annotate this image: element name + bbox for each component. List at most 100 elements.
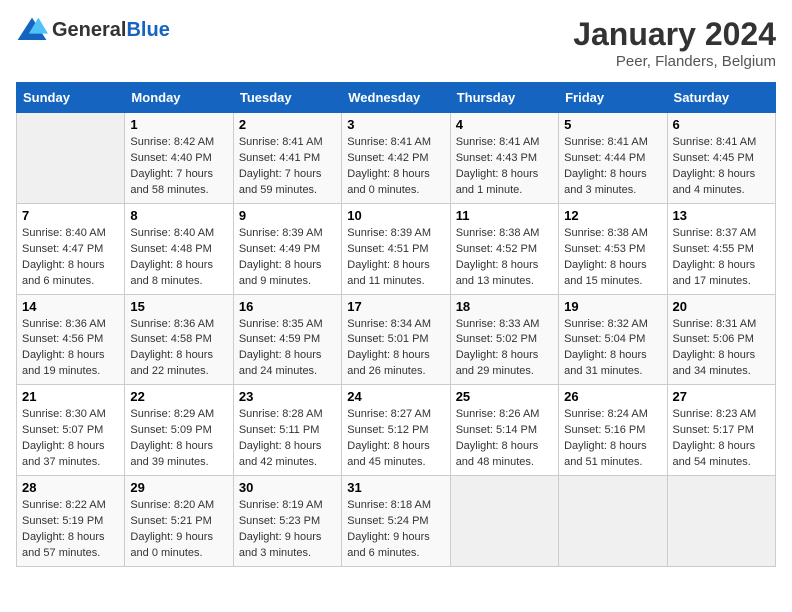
day-info-line: Sunset: 5:23 PM (239, 515, 320, 527)
day-info: Sunrise: 8:41 AMSunset: 4:44 PMDaylight:… (564, 135, 661, 199)
day-info: Sunrise: 8:36 AMSunset: 4:56 PMDaylight:… (22, 317, 119, 381)
week-row-1: 1Sunrise: 8:42 AMSunset: 4:40 PMDaylight… (17, 113, 776, 204)
day-info-line: Sunset: 5:19 PM (22, 515, 103, 527)
day-info-line: and 6 minutes. (22, 275, 94, 287)
day-number: 17 (347, 299, 444, 314)
day-number: 14 (22, 299, 119, 314)
day-info-line: Daylight: 8 hours (456, 168, 539, 180)
calendar-cell (450, 476, 558, 567)
day-info-line: Sunrise: 8:31 AM (673, 318, 757, 330)
day-info-line: Sunrise: 8:42 AM (130, 136, 214, 148)
day-info: Sunrise: 8:38 AMSunset: 4:53 PMDaylight:… (564, 226, 661, 290)
day-number: 5 (564, 117, 661, 132)
day-info-line: and 34 minutes. (673, 365, 751, 377)
day-number: 23 (239, 389, 336, 404)
day-info-line: Sunset: 5:01 PM (347, 333, 428, 345)
day-info-line: Daylight: 8 hours (347, 168, 430, 180)
day-info-line: Sunset: 5:21 PM (130, 515, 211, 527)
day-info-line: Sunset: 4:55 PM (673, 243, 754, 255)
day-number: 15 (130, 299, 227, 314)
calendar-cell (17, 113, 125, 204)
day-number: 13 (673, 208, 770, 223)
day-info-line: Daylight: 9 hours (239, 531, 322, 543)
day-info-line: Sunset: 5:14 PM (456, 424, 537, 436)
day-info-line: and 29 minutes. (456, 365, 534, 377)
day-info-line: and 31 minutes. (564, 365, 642, 377)
day-info-line: and 51 minutes. (564, 456, 642, 468)
day-info-line: Sunrise: 8:41 AM (564, 136, 648, 148)
day-info-line: Daylight: 8 hours (347, 440, 430, 452)
day-info-line: Sunset: 4:49 PM (239, 243, 320, 255)
day-number: 11 (456, 208, 553, 223)
calendar-cell (667, 476, 775, 567)
day-number: 26 (564, 389, 661, 404)
day-info-line: Sunset: 4:53 PM (564, 243, 645, 255)
day-info-line: and 8 minutes. (130, 275, 202, 287)
day-info: Sunrise: 8:23 AMSunset: 5:17 PMDaylight:… (673, 407, 770, 471)
day-info-line: Sunrise: 8:39 AM (347, 227, 431, 239)
day-number: 24 (347, 389, 444, 404)
week-row-4: 21Sunrise: 8:30 AMSunset: 5:07 PMDayligh… (17, 385, 776, 476)
column-header-tuesday: Tuesday (233, 83, 341, 113)
calendar-cell: 11 Sunrise: 8:38 AMSunset: 4:52 PMDayligh… (450, 203, 558, 294)
column-header-sunday: Sunday (17, 83, 125, 113)
day-info: Sunrise: 8:20 AMSunset: 5:21 PMDaylight:… (130, 498, 227, 562)
day-info: Sunrise: 8:36 AMSunset: 4:58 PMDaylight:… (130, 317, 227, 381)
calendar-cell: 31Sunrise: 8:18 AMSunset: 5:24 PMDayligh… (342, 476, 450, 567)
day-info: Sunrise: 8:41 AMSunset: 4:43 PMDaylight:… (456, 135, 553, 199)
day-number: 20 (673, 299, 770, 314)
day-info-line: Daylight: 8 hours (673, 259, 756, 271)
day-info: Sunrise: 8:40 AMSunset: 4:48 PMDaylight:… (130, 226, 227, 290)
day-info-line: Sunset: 5:07 PM (22, 424, 103, 436)
day-info-line: and 11 minutes. (347, 275, 424, 287)
calendar-cell: 17Sunrise: 8:34 AMSunset: 5:01 PMDayligh… (342, 294, 450, 385)
day-number: 25 (456, 389, 553, 404)
day-info-line: and 3 minutes. (239, 547, 311, 559)
day-info-line: Daylight: 8 hours (239, 349, 322, 361)
day-info: Sunrise: 8:41 AMSunset: 4:45 PMDaylight:… (673, 135, 770, 199)
day-info: Sunrise: 8:38 AMSunset: 4:52 PMDaylight:… (456, 226, 553, 290)
day-info: Sunrise: 8:28 AMSunset: 5:11 PMDaylight:… (239, 407, 336, 471)
day-info-line: and 4 minutes. (673, 184, 745, 196)
day-info-line: Sunrise: 8:30 AM (22, 408, 106, 420)
page-header: GeneralBlue January 2024 Peer, Flanders,… (16, 16, 776, 70)
day-info-line: Sunrise: 8:41 AM (673, 136, 757, 148)
week-row-3: 14 Sunrise: 8:36 AMSunset: 4:56 PMDayligh… (17, 294, 776, 385)
day-info-line: Sunset: 4:51 PM (347, 243, 428, 255)
day-number: 28 (22, 480, 119, 495)
calendar-cell: 5 Sunrise: 8:41 AMSunset: 4:44 PMDaylight… (559, 113, 667, 204)
day-number: 29 (130, 480, 227, 495)
day-info-line: and 0 minutes. (130, 547, 202, 559)
day-info: Sunrise: 8:39 AMSunset: 4:49 PMDaylight:… (239, 226, 336, 290)
day-info: Sunrise: 8:37 AMSunset: 4:55 PMDaylight:… (673, 226, 770, 290)
day-info: Sunrise: 8:30 AMSunset: 5:07 PMDaylight:… (22, 407, 119, 471)
calendar-cell: 6Sunrise: 8:41 AMSunset: 4:45 PMDaylight… (667, 113, 775, 204)
day-info-line: Sunrise: 8:28 AM (239, 408, 323, 420)
column-header-monday: Monday (125, 83, 233, 113)
day-info-line: and 13 minutes. (456, 275, 534, 287)
logo-blue: Blue (126, 19, 169, 41)
day-info-line: Sunrise: 8:41 AM (456, 136, 540, 148)
day-info-line: Daylight: 7 hours (239, 168, 322, 180)
calendar-cell: 1Sunrise: 8:42 AMSunset: 4:40 PMDaylight… (125, 113, 233, 204)
calendar-cell: 28Sunrise: 8:22 AMSunset: 5:19 PMDayligh… (17, 476, 125, 567)
calendar-cell: 14 Sunrise: 8:36 AMSunset: 4:56 PMDayligh… (17, 294, 125, 385)
day-info-line: Daylight: 9 hours (130, 531, 213, 543)
column-header-saturday: Saturday (667, 83, 775, 113)
calendar-cell: 8Sunrise: 8:40 AMSunset: 4:48 PMDaylight… (125, 203, 233, 294)
day-info: Sunrise: 8:35 AMSunset: 4:59 PMDaylight:… (239, 317, 336, 381)
day-info-line: Daylight: 8 hours (456, 440, 539, 452)
week-row-5: 28Sunrise: 8:22 AMSunset: 5:19 PMDayligh… (17, 476, 776, 567)
logo-general: General (52, 19, 126, 41)
day-info-line: Sunset: 4:48 PM (130, 243, 211, 255)
day-number: 4 (456, 117, 553, 132)
day-info: Sunrise: 8:29 AMSunset: 5:09 PMDaylight:… (130, 407, 227, 471)
calendar-cell: 27Sunrise: 8:23 AMSunset: 5:17 PMDayligh… (667, 385, 775, 476)
day-info-line: Daylight: 8 hours (239, 259, 322, 271)
calendar-cell: 23 Sunrise: 8:28 AMSunset: 5:11 PMDayligh… (233, 385, 341, 476)
calendar-cell (559, 476, 667, 567)
day-number: 19 (564, 299, 661, 314)
day-info-line: and 19 minutes. (22, 365, 100, 377)
day-info-line: and 45 minutes. (347, 456, 425, 468)
day-number: 18 (456, 299, 553, 314)
